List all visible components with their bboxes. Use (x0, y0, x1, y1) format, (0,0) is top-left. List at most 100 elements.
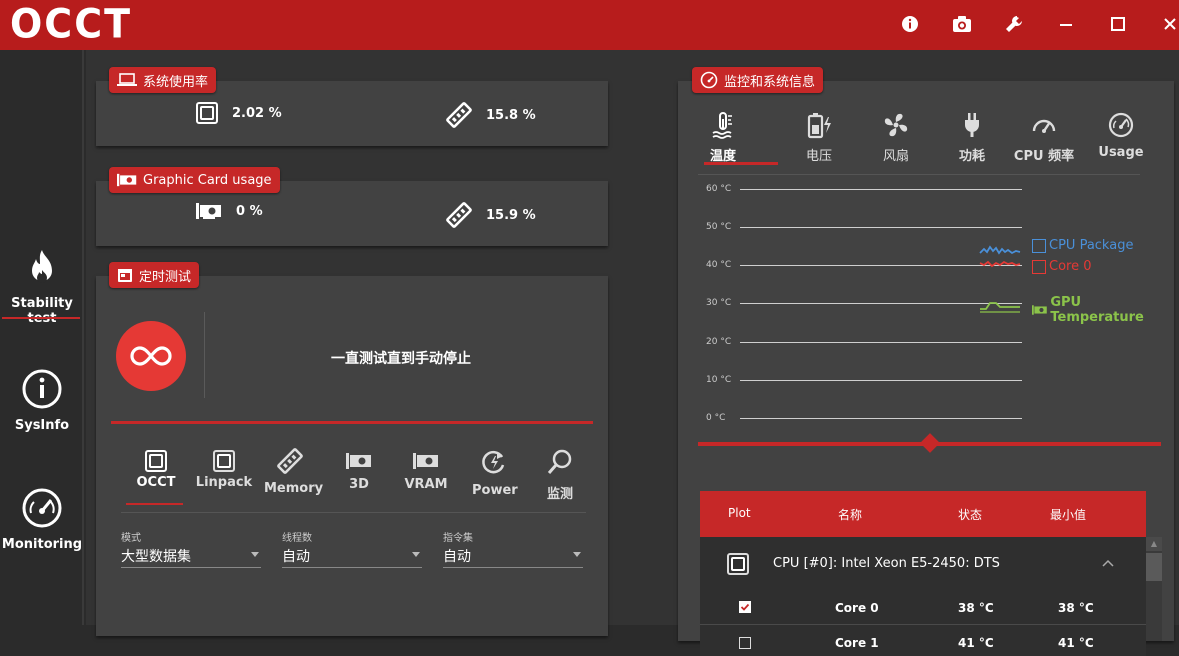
tab-temperature[interactable]: 温度 (698, 111, 748, 164)
magnifier-icon (547, 449, 572, 474)
slider-handle[interactable] (920, 433, 940, 453)
cpu-icon (196, 102, 218, 124)
sensor-name: Core 0 (835, 601, 879, 615)
battery-icon (807, 113, 831, 139)
tab-fans[interactable]: 风扇 (874, 111, 918, 164)
y-tick-label: 40 °C (706, 260, 732, 270)
camera-icon[interactable] (950, 12, 974, 36)
progress-bar (111, 421, 593, 424)
infinity-button[interactable] (116, 321, 186, 391)
sidebar-item-sysinfo[interactable]: SysInfo (0, 368, 84, 433)
gpu-usage-title: Graphic Card usage (143, 172, 272, 188)
calendar-icon (118, 269, 132, 282)
timed-test-tag: 定时测试 (109, 262, 200, 288)
tab-active-underline (704, 162, 778, 165)
gauge-icon (1108, 112, 1134, 138)
column-header-plot[interactable]: Plot (728, 506, 751, 520)
wrench-icon[interactable] (1002, 12, 1026, 36)
tab-3d[interactable]: 3D (344, 452, 374, 492)
column-header-name[interactable]: 名称 (838, 506, 862, 523)
power-cycle-icon (482, 450, 505, 474)
gpu-icon (196, 203, 221, 219)
gpu-temperature-series (980, 302, 1020, 310)
tabs-divider (121, 512, 586, 513)
grid-line (740, 342, 1022, 343)
core-0-series (979, 260, 1021, 268)
sensor-table-body: CPU [#0]: Intel Xeon E5-2450: DTS Core 0… (700, 537, 1146, 656)
sensor-name: Core 1 (835, 636, 879, 650)
tab-power[interactable]: 功耗 (950, 111, 994, 164)
vram-usage-value: 15.9 % (486, 207, 536, 223)
legend-cpu-package[interactable]: CPU Package (1032, 238, 1133, 253)
sensor-min: 38 °C (1058, 601, 1094, 615)
chevron-up-icon[interactable] (1102, 559, 1114, 567)
sidebar-item-monitoring[interactable]: Monitoring (0, 487, 84, 552)
y-tick-label: 30 °C (706, 298, 732, 308)
table-scrollbar[interactable]: ▲ (1146, 537, 1162, 641)
grid-line (740, 189, 1022, 190)
plot-checkbox[interactable] (739, 637, 751, 649)
sidebar-item-stability-test[interactable]: Stability test (0, 248, 84, 326)
test-panel: 2.02 % 15.8 % 系统使用率 0 % 15.9 % Graphic C… (86, 50, 676, 636)
fan-icon (884, 113, 908, 137)
sidebar-item-label: Stability test (11, 296, 73, 326)
scroll-up-arrow[interactable]: ▲ (1146, 537, 1162, 551)
y-tick-label: 0 °C (706, 413, 726, 423)
vram-icon (446, 202, 472, 228)
info-icon[interactable] (898, 12, 922, 36)
graphics-card-icon (117, 173, 137, 187)
speedometer-icon (1032, 119, 1056, 133)
chevron-down-icon (573, 552, 581, 557)
gauge-icon (700, 71, 718, 89)
minimize-icon[interactable] (1054, 12, 1078, 36)
ram-usage-stat: 15.8 % (446, 102, 536, 128)
vram-usage-stat: 15.9 % (446, 202, 536, 228)
info-circle-icon (22, 369, 62, 409)
maximize-icon[interactable] (1106, 12, 1130, 36)
title-bar: OCCT (0, 0, 1179, 50)
monitoring-panel: 温度 电压 风扇 功耗 CPU 频率 Usage 60 °C 50 °C 40 (676, 50, 1179, 656)
cpu-package-series (979, 245, 1021, 255)
flame-icon (32, 250, 52, 283)
gpu-icon (346, 453, 371, 469)
laptop-icon (117, 73, 137, 86)
tab-occt[interactable]: OCCT (136, 450, 176, 490)
y-tick-label: 10 °C (706, 375, 732, 385)
tab-vram[interactable]: VRAM (404, 452, 448, 492)
plot-checkbox[interactable] (739, 601, 751, 613)
plug-icon (965, 113, 979, 137)
tab-cpu-frequency[interactable]: CPU 频率 (1012, 111, 1076, 164)
y-tick-label: 20 °C (706, 337, 732, 347)
cpu-icon (727, 553, 749, 575)
threads-select[interactable]: 线程数 自动 (282, 529, 422, 568)
infinity-icon (130, 346, 172, 366)
tab-usage[interactable]: Usage (1096, 111, 1146, 160)
tab-voltage[interactable]: 电压 (796, 111, 842, 164)
sensor-status: 38 °C (958, 601, 994, 615)
ram-icon (446, 102, 472, 128)
system-usage-title: 系统使用率 (143, 74, 209, 90)
vram-icon (413, 453, 438, 469)
legend-core-0[interactable]: Core 0 (1032, 259, 1092, 274)
gpu-usage-value: 0 % (236, 203, 263, 219)
tab-monitor[interactable]: 监测 (542, 448, 578, 502)
tab-power[interactable]: Power (472, 448, 518, 498)
column-header-min[interactable]: 最小值 (1050, 506, 1086, 523)
scroll-thumb[interactable] (1146, 553, 1162, 581)
instruction-set-select[interactable]: 指令集 自动 (443, 529, 583, 568)
mode-select[interactable]: 模式 大型数据集 (121, 529, 261, 568)
monitoring-card: 温度 电压 风扇 功耗 CPU 频率 Usage 60 °C 50 °C 40 (678, 81, 1174, 656)
cpu-usage-value: 2.02 % (232, 105, 282, 121)
close-icon[interactable] (1158, 12, 1179, 36)
grid-line (740, 418, 1022, 419)
tab-linpack[interactable]: Linpack (194, 450, 254, 490)
column-header-status[interactable]: 状态 (958, 506, 982, 523)
gpu-usage-stat: 0 % (196, 202, 263, 220)
tab-memory[interactable]: Memory (264, 448, 323, 496)
chevron-down-icon (412, 552, 420, 557)
table-row: Core 0 38 °C 38 °C (700, 589, 1146, 625)
legend-gpu-temperature[interactable]: GPU Temperature (1032, 295, 1174, 325)
cpu-usage-stat: 2.02 % (196, 102, 282, 124)
sensor-min: 41 °C (1058, 636, 1094, 650)
y-tick-label: 50 °C (706, 222, 732, 232)
